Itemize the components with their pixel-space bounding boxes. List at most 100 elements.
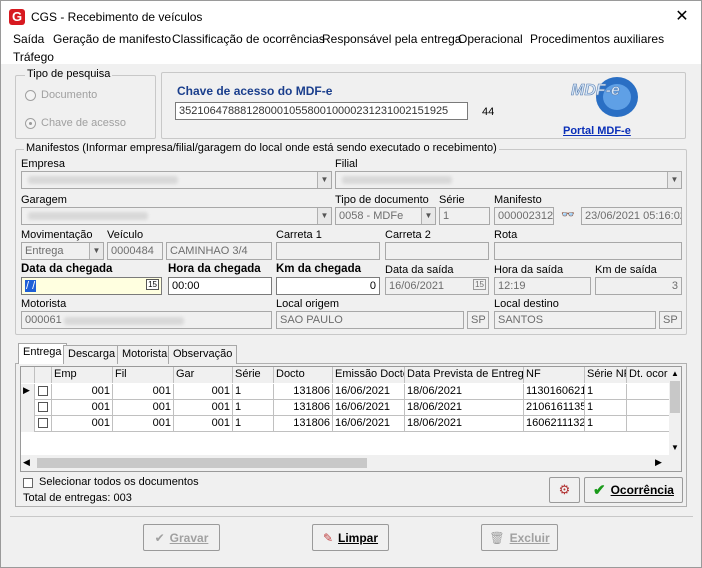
menu-saida[interactable]: Saída <box>13 32 44 46</box>
select-all-label: Selecionar todos os documentos <box>39 476 199 488</box>
local-destino-label: Local destino <box>494 298 559 310</box>
carreta2-label: Carreta 2 <box>385 229 431 241</box>
motorista-label: Motorista <box>21 298 67 310</box>
gravar-button[interactable]: ✔ Gravar <box>143 524 220 551</box>
excluir-button[interactable]: 🗑 Excluir <box>481 524 558 551</box>
manifesto-input[interactable]: 0000023123 <box>494 207 554 225</box>
row-checkbox[interactable] <box>38 402 48 412</box>
col-emp[interactable]: Emp <box>52 367 113 383</box>
select-all-checkbox[interactable] <box>23 478 33 488</box>
col-nf[interactable]: NF <box>524 367 585 383</box>
ocorrencia-button[interactable]: ✔ Ocorrência <box>584 477 683 503</box>
menu-operacional[interactable]: Operacional <box>458 32 523 46</box>
row-checkbox[interactable] <box>38 386 48 396</box>
calendar-icon[interactable]: 15 <box>146 279 159 290</box>
km-chegada-label: Km da chegada <box>276 263 361 275</box>
chevron-down-icon: ▼ <box>667 172 681 188</box>
mdfe-key-length: 44 <box>482 106 495 118</box>
limpar-button[interactable]: ✎ Limpar <box>312 524 389 551</box>
app-logo-icon: G <box>9 9 25 25</box>
data-chegada-label: Data da chegada <box>21 263 113 275</box>
tipo-documento-select[interactable]: 0058 - MDFe ▼ <box>335 207 436 225</box>
table-header: Emp Fil Gar Série Docto Emissão Docto Da… <box>21 367 671 383</box>
tipo-documento-label: Tipo de documento <box>335 194 429 206</box>
close-icon[interactable]: ✕ <box>669 5 695 29</box>
movimentacao-select[interactable]: Entrega ▼ <box>21 242 104 260</box>
scroll-right-icon[interactable]: ▶ <box>655 457 662 468</box>
local-origem-input[interactable]: SAO PAULO <box>276 311 464 329</box>
chevron-down-icon: ▼ <box>89 243 103 259</box>
menu-procedimentos-auxiliares[interactable]: Procedimentos auxiliares <box>530 32 664 46</box>
km-chegada-input[interactable]: 0 <box>276 277 380 295</box>
chevron-down-icon: ▼ <box>421 208 435 224</box>
col-serie-nf[interactable]: Série NF <box>585 367 627 383</box>
mdfe-key-label: Chave de acesso do MDF-e <box>177 84 333 98</box>
veiculo-code-input[interactable]: 0000484 <box>107 242 163 260</box>
carreta2-input[interactable] <box>385 242 489 260</box>
empresa-label: Empresa <box>21 158 66 170</box>
divider <box>10 516 693 517</box>
scroll-thumb[interactable] <box>670 381 680 413</box>
eraser-icon: ✎ <box>322 530 334 545</box>
mdfe-key-input[interactable]: 3521064788812800010558001000023123100215… <box>175 102 468 120</box>
data-chegada-input[interactable]: / /15 <box>21 277 162 295</box>
radio-documento[interactable] <box>25 90 36 101</box>
radio-chave-acesso-label: Chave de acesso <box>41 117 126 129</box>
tab-observacao[interactable]: Observação <box>168 345 238 364</box>
km-saida-input[interactable]: 3 <box>595 277 682 295</box>
hora-chegada-input[interactable]: 00:00 <box>168 277 272 295</box>
col-data-prevista[interactable]: Data Prevista de Entrega <box>405 367 524 383</box>
tab-motorista[interactable]: Motorista <box>117 345 173 364</box>
serie-input[interactable]: 1 <box>439 207 490 225</box>
motorista-input[interactable]: 000061 <box>21 311 272 329</box>
empresa-select[interactable]: ▼ <box>21 171 332 189</box>
table-row[interactable]: ▶ 001 001 001 1 131806 16/06/2021 18/06/… <box>21 384 671 400</box>
local-destino-input[interactable]: SANTOS <box>494 311 656 329</box>
manifestos-legend: Manifestos (Informar empresa/filial/gara… <box>24 142 499 154</box>
garagem-select[interactable]: ▼ <box>21 207 332 225</box>
horizontal-scrollbar[interactable]: ◀ ▶ <box>21 455 681 471</box>
col-emissao[interactable]: Emissão Docto <box>333 367 405 383</box>
carreta1-input[interactable] <box>276 242 380 260</box>
col-dt-ocor[interactable]: Dt. ocor <box>627 367 671 383</box>
tools-button[interactable]: ⚙ <box>549 477 580 503</box>
portal-mdfe-link[interactable]: Portal MDF-e <box>563 125 631 137</box>
manifesto-datetime: 23/06/2021 05:16:02 <box>581 207 682 225</box>
km-saida-label: Km de saída <box>595 264 657 276</box>
menu-responsavel-entrega[interactable]: Responsável pela entrega <box>322 32 461 46</box>
col-serie[interactable]: Série <box>233 367 274 383</box>
scroll-down-icon[interactable]: ▼ <box>669 443 681 452</box>
rota-input[interactable] <box>494 242 682 260</box>
col-fil[interactable]: Fil <box>113 367 174 383</box>
title-bar: G CGS - Recebimento de veículos ✕ <box>1 1 701 32</box>
menu-geracao-manifesto[interactable]: Geração de manifesto <box>53 32 171 46</box>
mdfe-logo-icon: MDF-e <box>571 77 638 117</box>
col-gar[interactable]: Gar <box>174 367 233 383</box>
data-saida-label: Data da saída <box>385 264 454 276</box>
filial-select[interactable]: ▼ <box>335 171 682 189</box>
checkmark-icon: ✔ <box>154 530 165 545</box>
hora-chegada-label: Hora da chegada <box>168 263 261 275</box>
tab-descarga[interactable]: Descarga <box>63 345 121 364</box>
chevron-down-icon: ▼ <box>317 172 331 188</box>
rota-label: Rota <box>494 229 518 241</box>
scroll-up-icon[interactable]: ▲ <box>669 369 681 378</box>
table-row[interactable]: 001 001 001 1 131806 16/06/2021 18/06/20… <box>21 416 671 432</box>
scroll-left-icon[interactable]: ◀ <box>23 457 30 468</box>
menu-classificacao-ocorrencias[interactable]: Classificação de ocorrências <box>172 32 325 46</box>
search-type-group <box>15 75 156 139</box>
local-origem-uf: SP <box>467 311 489 329</box>
hora-saida-input[interactable]: 12:19 <box>494 277 591 295</box>
binoculars-icon[interactable]: 👓 <box>558 208 578 224</box>
tab-entrega[interactable]: Entrega <box>18 343 67 364</box>
menu-trafego[interactable]: Tráfego <box>13 50 54 64</box>
row-checkbox[interactable] <box>38 418 48 428</box>
table-row[interactable]: 001 001 001 1 131806 16/06/2021 18/06/20… <box>21 400 671 416</box>
scroll-thumb[interactable] <box>37 458 367 468</box>
col-docto[interactable]: Docto <box>274 367 333 383</box>
vertical-scrollbar[interactable]: ▲ ▼ <box>669 367 681 455</box>
garagem-label: Garagem <box>21 194 67 206</box>
radio-chave-acesso[interactable] <box>25 118 36 129</box>
calendar-icon[interactable]: 15 <box>473 279 486 290</box>
data-saida-input[interactable]: 16/06/2021 15 <box>385 277 489 295</box>
